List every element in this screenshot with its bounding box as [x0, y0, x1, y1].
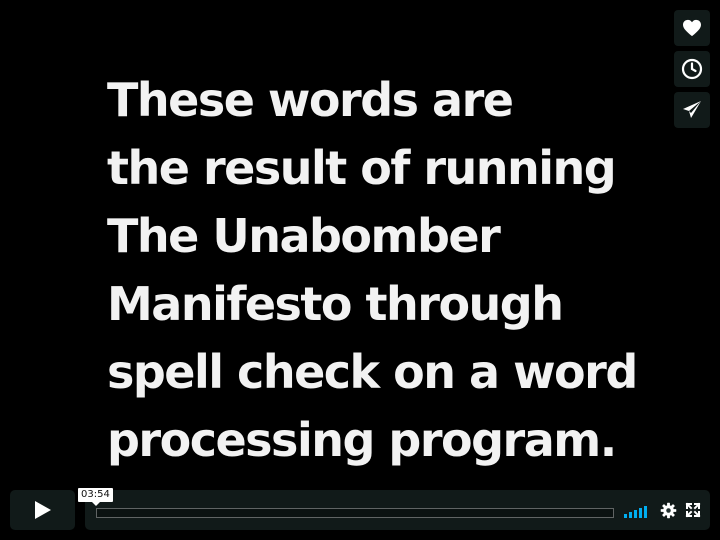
caption-line: The Unabomber	[107, 209, 501, 263]
caption-line: spell check on a word	[107, 345, 638, 399]
caption-line: processing program.	[107, 413, 617, 467]
volume-bar	[644, 506, 647, 518]
caption-line: the result of running	[107, 141, 617, 195]
play-button[interactable]	[10, 490, 75, 530]
heart-icon	[683, 19, 701, 37]
volume-bar	[639, 508, 642, 518]
volume-control[interactable]	[624, 504, 648, 518]
video-frame[interactable]: These words are the result of running Th…	[0, 0, 720, 540]
caption-line: These words are	[107, 73, 514, 127]
clock-icon	[681, 58, 703, 80]
player-controls	[10, 490, 710, 530]
volume-bar	[629, 512, 632, 518]
time-tooltip: 03:54	[78, 488, 113, 506]
volume-bar	[634, 510, 637, 518]
control-bar	[85, 490, 710, 530]
fullscreen-icon[interactable]	[685, 502, 701, 518]
gear-icon[interactable]	[660, 502, 677, 519]
caption-line: Manifesto through	[107, 277, 564, 331]
paper-plane-icon	[683, 101, 701, 118]
play-icon	[34, 501, 51, 519]
watch-later-button[interactable]	[674, 51, 710, 87]
share-button[interactable]	[674, 92, 710, 128]
video-caption: These words are the result of running Th…	[107, 66, 638, 474]
like-button[interactable]	[674, 10, 710, 46]
progress-bar[interactable]	[96, 508, 614, 518]
sidebar	[674, 10, 710, 133]
volume-bar	[624, 514, 627, 518]
